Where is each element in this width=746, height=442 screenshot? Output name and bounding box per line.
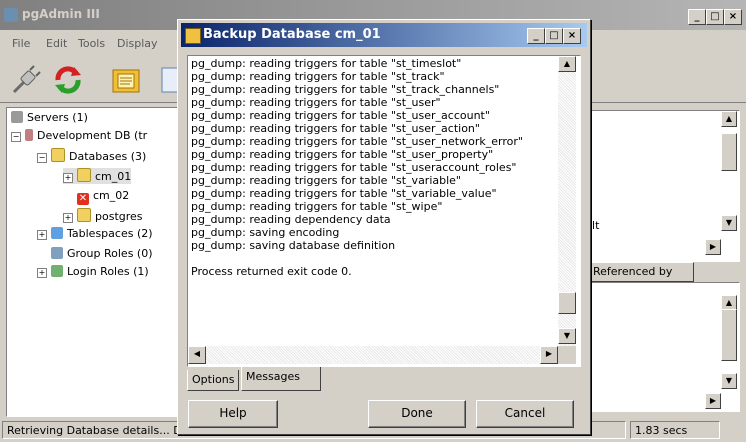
plug-icon[interactable] bbox=[10, 64, 42, 96]
main-window-title: pgAdmin III bbox=[22, 7, 100, 21]
database-error-icon: ✕ bbox=[77, 193, 89, 205]
servers-icon bbox=[11, 111, 23, 123]
tab-referenced-by[interactable]: Referenced by bbox=[588, 262, 694, 282]
dependencies-panel: ▲ ▼ ▶ bbox=[588, 282, 740, 412]
scroll-down-icon[interactable]: ▼ bbox=[721, 215, 737, 231]
dialog-title-bar[interactable]: Backup Database cm_01 _ □ × bbox=[181, 23, 587, 47]
vertical-scroll-thumb[interactable] bbox=[721, 309, 737, 361]
tree-item-group-roles[interactable]: Group Roles (0) bbox=[51, 246, 153, 262]
scroll-corner bbox=[558, 346, 576, 364]
vertical-scroll-thumb[interactable] bbox=[721, 133, 737, 171]
folder-icon[interactable] bbox=[110, 64, 142, 96]
tab-messages[interactable]: Messages bbox=[241, 367, 321, 391]
tree-item-cm-02[interactable]: ✕ cm_02 bbox=[77, 188, 129, 205]
vertical-scrollbar[interactable]: ▲ ▼ bbox=[558, 56, 576, 346]
close-icon[interactable]: × bbox=[563, 28, 581, 44]
scroll-up-icon[interactable]: ▲ bbox=[721, 111, 737, 127]
help-button[interactable]: Help bbox=[188, 400, 278, 428]
maximize-icon[interactable]: □ bbox=[706, 9, 724, 25]
cancel-button[interactable]: Cancel bbox=[476, 400, 574, 428]
tab-options[interactable]: Options bbox=[187, 370, 240, 391]
scroll-down-icon[interactable]: ▼ bbox=[721, 373, 737, 389]
backup-icon bbox=[185, 28, 201, 44]
minimize-icon[interactable]: _ bbox=[527, 28, 545, 44]
tree-item-tablespaces[interactable]: + Tablespaces (2) bbox=[37, 226, 153, 242]
tree-item-development-db[interactable]: − Development DB (tr bbox=[11, 128, 147, 144]
log-line: pg_dump: reading triggers for table "st_… bbox=[191, 57, 462, 70]
log-line: pg_dump: reading triggers for table "st_… bbox=[191, 109, 490, 122]
log-line: pg_dump: reading triggers for table "st_… bbox=[191, 174, 461, 187]
expand-icon[interactable]: + bbox=[63, 213, 73, 223]
status-elapsed: 1.83 secs bbox=[630, 421, 720, 439]
log-line: pg_dump: reading triggers for table "st_… bbox=[191, 83, 500, 96]
scroll-down-icon[interactable]: ▼ bbox=[558, 328, 576, 344]
refresh-icon[interactable] bbox=[52, 64, 84, 96]
log-line: pg_dump: reading triggers for table "st_… bbox=[191, 161, 517, 174]
pgadmin-app-icon bbox=[4, 8, 18, 22]
log-line: pg_dump: reading triggers for table "st_… bbox=[191, 187, 497, 200]
minimize-icon[interactable]: _ bbox=[688, 9, 706, 25]
log-lines: pg_dump: reading triggers for table "st_… bbox=[191, 57, 555, 278]
messages-log[interactable]: pg_dump: reading triggers for table "st_… bbox=[187, 55, 581, 367]
log-line: pg_dump: reading triggers for table "st_… bbox=[191, 70, 445, 83]
expand-icon[interactable]: + bbox=[63, 173, 73, 183]
maximize-icon[interactable]: □ bbox=[545, 28, 563, 44]
log-line: pg_dump: reading dependency data bbox=[191, 213, 391, 226]
vertical-scroll-thumb[interactable] bbox=[558, 292, 576, 314]
log-line: pg_dump: reading triggers for table "st_… bbox=[191, 148, 494, 161]
object-browser-tree: Servers (1) − Development DB (tr − Databas… bbox=[6, 107, 192, 417]
dialog-title: Backup Database cm_01 bbox=[203, 27, 381, 42]
collapse-icon[interactable]: − bbox=[11, 132, 21, 142]
log-line: pg_dump: saving encoding bbox=[191, 226, 340, 239]
close-icon[interactable]: × bbox=[724, 9, 742, 25]
scroll-right-icon[interactable]: ▶ bbox=[705, 239, 721, 255]
properties-panel: ılt ▲ ▼ ▶ bbox=[588, 110, 740, 262]
done-button[interactable]: Done bbox=[368, 400, 466, 428]
tree-item-servers[interactable]: Servers (1) bbox=[11, 110, 88, 126]
menu-tools[interactable]: Tools bbox=[78, 37, 105, 50]
tree-item-postgres[interactable]: + postgres bbox=[63, 208, 143, 224]
tree-item-cm-01[interactable]: + cm_01 bbox=[63, 168, 132, 184]
log-line: pg_dump: reading triggers for table "st_… bbox=[191, 200, 443, 213]
log-line: pg_dump: reading triggers for table "st_… bbox=[191, 122, 480, 135]
menu-file[interactable]: File bbox=[12, 37, 30, 50]
scroll-up-icon[interactable]: ▲ bbox=[558, 56, 576, 72]
login-roles-icon bbox=[51, 265, 63, 277]
log-line: pg_dump: reading triggers for table "st_… bbox=[191, 135, 523, 148]
database-icon bbox=[77, 168, 91, 182]
scroll-left-icon[interactable]: ◀ bbox=[188, 346, 206, 364]
log-line: Process returned exit code 0. bbox=[191, 265, 352, 278]
log-line: pg_dump: saving database definition bbox=[191, 239, 396, 252]
tree-item-login-roles[interactable]: + Login Roles (1) bbox=[37, 264, 149, 280]
group-roles-icon bbox=[51, 247, 63, 259]
scroll-right-icon[interactable]: ▶ bbox=[705, 393, 721, 409]
server-icon bbox=[25, 129, 33, 141]
menu-edit[interactable]: Edit bbox=[46, 37, 67, 50]
tree-item-databases[interactable]: − Databases (3) bbox=[37, 148, 146, 164]
menu-display[interactable]: Display bbox=[117, 37, 158, 50]
expand-icon[interactable]: + bbox=[37, 230, 47, 240]
scroll-right-icon[interactable]: ▶ bbox=[540, 346, 558, 364]
expand-icon[interactable]: + bbox=[37, 268, 47, 278]
horizontal-scrollbar[interactable]: ◀ ▶ bbox=[188, 346, 558, 364]
log-line: pg_dump: reading triggers for table "st_… bbox=[191, 96, 441, 109]
tablespaces-icon bbox=[51, 227, 63, 239]
database-icon bbox=[77, 208, 91, 222]
collapse-icon[interactable]: − bbox=[37, 153, 47, 163]
backup-dialog: Backup Database cm_01 _ □ × pg_dump: rea… bbox=[177, 19, 591, 435]
databases-icon bbox=[51, 148, 65, 162]
